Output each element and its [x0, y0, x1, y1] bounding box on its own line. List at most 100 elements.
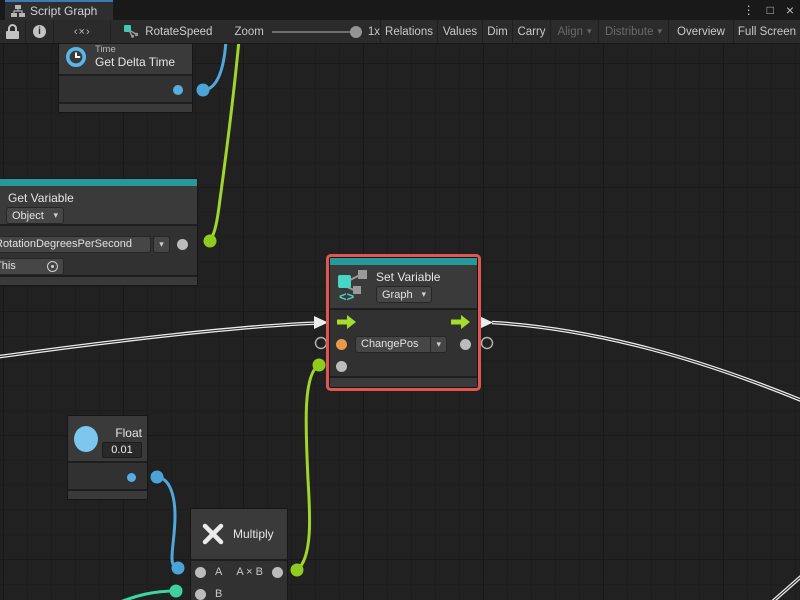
wire-endpoint-teal	[170, 585, 183, 598]
port-label-b: B	[215, 588, 222, 600]
tab-script-graph[interactable]: Script Graph	[5, 0, 113, 20]
node-title: Float	[102, 426, 142, 440]
menu-icon[interactable]: ⋮	[743, 4, 755, 16]
zoom-slider[interactable]	[272, 20, 362, 44]
breadcrumb[interactable]: RotateSpeed	[124, 20, 212, 43]
flow-arrow-icon	[451, 315, 470, 329]
distribute-button[interactable]: Distribute ▾	[598, 20, 668, 43]
graph-asset-icon	[124, 25, 139, 38]
lock-icon	[6, 24, 19, 39]
close-icon[interactable]: ×	[786, 3, 794, 17]
script-graph-window: Script Graph ⋮ □ × i ‹×› Rotat	[0, 0, 800, 600]
dim-button[interactable]: Dim	[482, 20, 512, 43]
clock-icon	[65, 46, 87, 68]
wire-flow-in	[0, 323, 321, 357]
align-button[interactable]: Align ▾	[550, 20, 598, 43]
value-output-port[interactable]	[127, 473, 136, 482]
script-graph-icon	[11, 5, 25, 17]
code-icon: ‹×›	[74, 26, 91, 38]
wire-endpoint-blue	[197, 84, 210, 97]
node-multiply[interactable]: Multiply A A × B B	[190, 508, 288, 600]
chevron-down-icon: ▾	[53, 210, 58, 221]
value-output-port[interactable]	[177, 239, 188, 250]
maximize-icon[interactable]: □	[767, 4, 774, 16]
wire-flow-out	[492, 323, 800, 402]
node-footer	[59, 102, 192, 112]
node-title: Set Variable	[376, 270, 440, 284]
toolbar-buttons: Relations Values Dim Carry Align ▾ Distr…	[380, 20, 800, 43]
zoom-control: Zoom 1x	[234, 20, 380, 43]
flow-arrow-icon	[337, 315, 356, 329]
flow-output-port[interactable]	[451, 315, 470, 329]
chevron-down-icon: ▾	[159, 239, 164, 250]
node-accent-bar	[330, 258, 477, 265]
full-screen-button[interactable]: Full Screen	[733, 20, 800, 43]
variable-kind-dropdown[interactable]: Object ▾	[6, 207, 64, 224]
chevron-down-icon: ▾	[436, 339, 441, 350]
node-title: Get Variable	[8, 191, 197, 205]
value-output-port[interactable]	[460, 339, 471, 350]
info-icon: i	[33, 25, 46, 38]
graph-toolbar: i ‹×› RotateSpeed Zoom 1x Relations	[0, 20, 800, 44]
variable-name-dropdown[interactable]: ChangePos ▾	[355, 336, 447, 353]
tab-title: Script Graph	[30, 4, 97, 18]
node-get-variable[interactable]: Get Variable Object ▾ RotationDegreesPer…	[0, 178, 198, 286]
info-button[interactable]: i	[26, 20, 55, 43]
node-category: Time	[95, 44, 175, 55]
values-button[interactable]: Values	[437, 20, 482, 43]
node-footer	[330, 376, 477, 387]
object-picker-icon[interactable]	[47, 261, 58, 272]
relations-button[interactable]: Relations	[380, 20, 437, 43]
float-value-input[interactable]	[102, 442, 142, 458]
multiply-icon	[200, 521, 226, 547]
window-controls: ⋮ □ ×	[743, 0, 794, 20]
lock-button[interactable]	[0, 20, 26, 43]
node-get-delta-time[interactable]: Time Get Delta Time	[58, 44, 193, 113]
zoom-label: Zoom	[234, 26, 263, 38]
node-title: Multiply	[233, 527, 274, 541]
chevron-down-icon: ▾	[421, 289, 426, 300]
port-label-a: A	[215, 566, 222, 578]
float-icon	[74, 426, 98, 452]
node-title: Get Delta Time	[95, 55, 175, 69]
variable-name-field[interactable]: RotationDegreesPerSecond	[0, 236, 151, 253]
graph-canvas[interactable]: Time Get Delta Time Get Variable Object …	[0, 44, 800, 600]
unconnected-port-ring[interactable]	[316, 338, 327, 349]
unconnected-port-ring[interactable]	[482, 338, 493, 349]
zoom-slider-handle[interactable]	[350, 26, 362, 38]
chevron-down-icon: ▾	[587, 26, 592, 37]
wire-float-to-multiply	[157, 477, 177, 568]
value-input-port[interactable]	[336, 361, 347, 372]
graph-name: RotateSpeed	[145, 26, 212, 38]
wire-endpoint-green	[204, 235, 217, 248]
zoom-value: 1x	[368, 26, 380, 38]
wire-delta-time	[203, 44, 226, 90]
value-output-port[interactable]	[173, 85, 183, 95]
graph-variable-icon: <>	[336, 270, 372, 302]
code-view-button[interactable]: ‹×›	[54, 20, 111, 43]
target-object-field[interactable]: This	[0, 258, 64, 275]
variable-kind-dropdown[interactable]: Graph ▾	[376, 286, 432, 303]
wire-endpoint-blue	[151, 471, 164, 484]
input-port-a[interactable]	[195, 567, 206, 578]
wire-to-multiply-b	[104, 591, 176, 600]
node-footer	[0, 275, 197, 285]
carry-button[interactable]: Carry	[512, 20, 550, 43]
flow-arrowhead-out	[479, 316, 493, 329]
variable-name-input-port[interactable]	[336, 339, 347, 350]
overview-button[interactable]: Overview	[668, 20, 733, 43]
node-float[interactable]: Float	[67, 415, 148, 500]
wire-flow-corner	[771, 574, 800, 600]
input-port-b[interactable]	[195, 589, 206, 600]
variable-name-dropdown-button[interactable]: ▾	[153, 236, 170, 253]
chevron-down-icon: ▾	[658, 26, 663, 37]
wire-multiply-to-setvar	[297, 365, 319, 570]
flow-input-port[interactable]	[337, 315, 356, 329]
zoom-slider-track[interactable]	[272, 31, 362, 33]
output-port[interactable]	[272, 567, 283, 578]
wire-endpoint-blue	[172, 562, 185, 575]
svg-text:<>: <>	[339, 289, 355, 302]
node-footer	[68, 489, 147, 499]
node-set-variable[interactable]: <> Set Variable Graph ▾	[329, 257, 478, 388]
node-accent-bar	[0, 179, 197, 186]
